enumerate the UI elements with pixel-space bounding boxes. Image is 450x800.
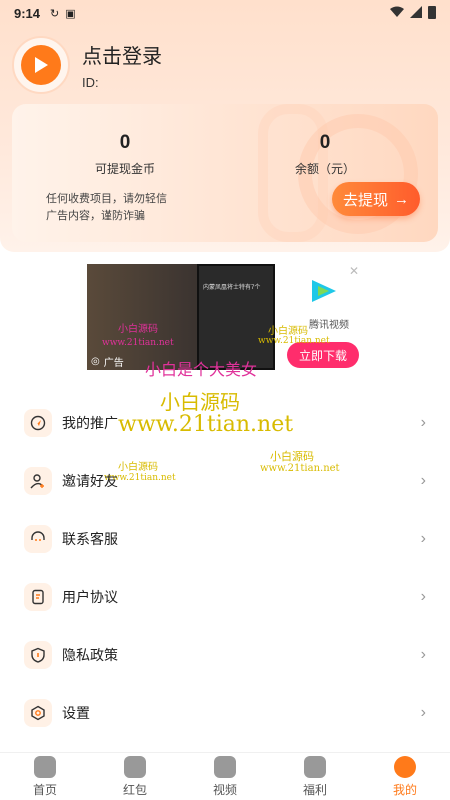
menu-item-support[interactable]: 联系客服 ›	[0, 510, 450, 568]
tab-label: 红包	[122, 782, 147, 797]
menu-label: 邀请好友	[62, 473, 118, 489]
menu-item-privacy-policy[interactable]: 隐私政策 ›	[0, 626, 450, 684]
video-icon	[214, 755, 236, 778]
notice-line-2: 广告内容，谨防诈骗	[46, 210, 145, 222]
notice-line-1: 任何收费项目，请勿轻信	[46, 193, 167, 205]
play-icon	[21, 45, 61, 85]
ad-logo-icon: ◎	[91, 356, 100, 367]
tab-welfare[interactable]: 福利	[270, 753, 360, 800]
close-icon[interactable]: ✕	[349, 264, 359, 278]
menu-label: 我的推广	[62, 415, 118, 431]
chevron-right-icon: ›	[420, 588, 426, 605]
tab-label: 首页	[32, 782, 57, 797]
tab-mine[interactable]: 我的	[360, 753, 450, 800]
settings-icon	[24, 699, 52, 727]
menu-item-settings[interactable]: 设置 ›	[0, 684, 450, 742]
tab-video[interactable]: 视频	[180, 753, 270, 800]
chevron-right-icon: ›	[420, 704, 426, 721]
ad-badge: ◎ 广告	[91, 354, 124, 369]
coins-label: 可提现金币	[94, 162, 155, 176]
fraud-notice: 任何收费项目，请勿轻信 广告内容，谨防诈骗	[46, 191, 167, 225]
coin-card: 0 可提现金币 0 余额（元） 任何收费项目，请勿轻信 广告内容，谨防诈骗 去提…	[12, 104, 438, 242]
chevron-right-icon: ›	[420, 530, 426, 547]
shield-icon	[24, 641, 52, 669]
user-icon	[394, 755, 416, 778]
add-user-icon	[24, 467, 52, 495]
menu-item-invite[interactable]: 邀请好友 ›	[0, 452, 450, 510]
balance: 0 余额（元）	[260, 132, 390, 177]
bottom-tab-bar: 首页 红包 视频 福利 我的	[0, 752, 450, 800]
ad-phone-text: 内蒙凤凰将士特有7个	[203, 285, 261, 291]
chevron-right-icon: ›	[420, 472, 426, 489]
ad-phone-preview: 内蒙凤凰将士特有7个	[197, 264, 275, 370]
arrow-right-icon: →	[394, 190, 409, 208]
menu-label: 联系客服	[62, 531, 118, 547]
menu-label: 隐私政策	[62, 647, 118, 663]
tab-label: 视频	[212, 782, 237, 797]
document-icon	[24, 583, 52, 611]
coins-value: 0	[119, 132, 131, 153]
status-time: 9:14	[14, 5, 41, 21]
tab-red-envelope[interactable]: 红包	[90, 753, 180, 800]
tab-label: 福利	[302, 782, 327, 797]
user-id: ID:	[82, 75, 99, 90]
profile-section[interactable]: 点击登录 ID:	[12, 36, 162, 94]
red-envelope-icon	[124, 755, 146, 778]
ad-image[interactable]: 内蒙凤凰将士特有7个 ◎ 广告	[87, 264, 275, 370]
balance-value: 0	[319, 132, 331, 153]
login-link[interactable]: 点击登录	[82, 40, 162, 69]
chevron-right-icon: ›	[420, 414, 426, 431]
signal-icon	[410, 5, 422, 21]
battery-icon	[428, 5, 436, 22]
tab-home[interactable]: 首页	[0, 753, 90, 800]
ad-app-name: 腾讯视频	[309, 320, 349, 331]
menu-item-promotion[interactable]: 我的推广 ›	[0, 394, 450, 452]
menu-label: 设置	[62, 705, 90, 721]
withdraw-button[interactable]: 去提现 →	[332, 182, 420, 216]
balance-label: 余额（元）	[294, 162, 355, 176]
gift-icon	[304, 755, 326, 778]
menu-label: 用户协议	[62, 589, 118, 605]
withdraw-label: 去提现	[342, 191, 388, 209]
menu-item-user-agreement[interactable]: 用户协议 ›	[0, 568, 450, 626]
font-icon: ▣	[65, 7, 76, 20]
withdrawable-coins: 0 可提现金币	[60, 132, 190, 177]
sync-icon: ↻	[50, 7, 60, 20]
ad-banner[interactable]: 内蒙凤凰将士特有7个 ◎ 广告 ✕ 腾讯视频 立即下载	[87, 264, 359, 370]
home-icon	[34, 755, 56, 778]
download-button[interactable]: 立即下载	[287, 342, 359, 368]
headset-icon	[24, 525, 52, 553]
send-icon	[24, 409, 52, 437]
tencent-video-icon	[309, 278, 339, 304]
chevron-right-icon: ›	[420, 646, 426, 663]
ad-badge-label: 广告	[103, 358, 124, 369]
wifi-icon	[390, 6, 404, 21]
settings-menu: 我的推广 › 邀请好友 › 联系客服 › 用户协议 › 隐私政策 › 设置 ›	[0, 394, 450, 742]
avatar[interactable]	[12, 36, 70, 94]
status-bar: 9:14 ↻ ▣	[0, 0, 450, 26]
tab-label: 我的	[392, 782, 417, 797]
